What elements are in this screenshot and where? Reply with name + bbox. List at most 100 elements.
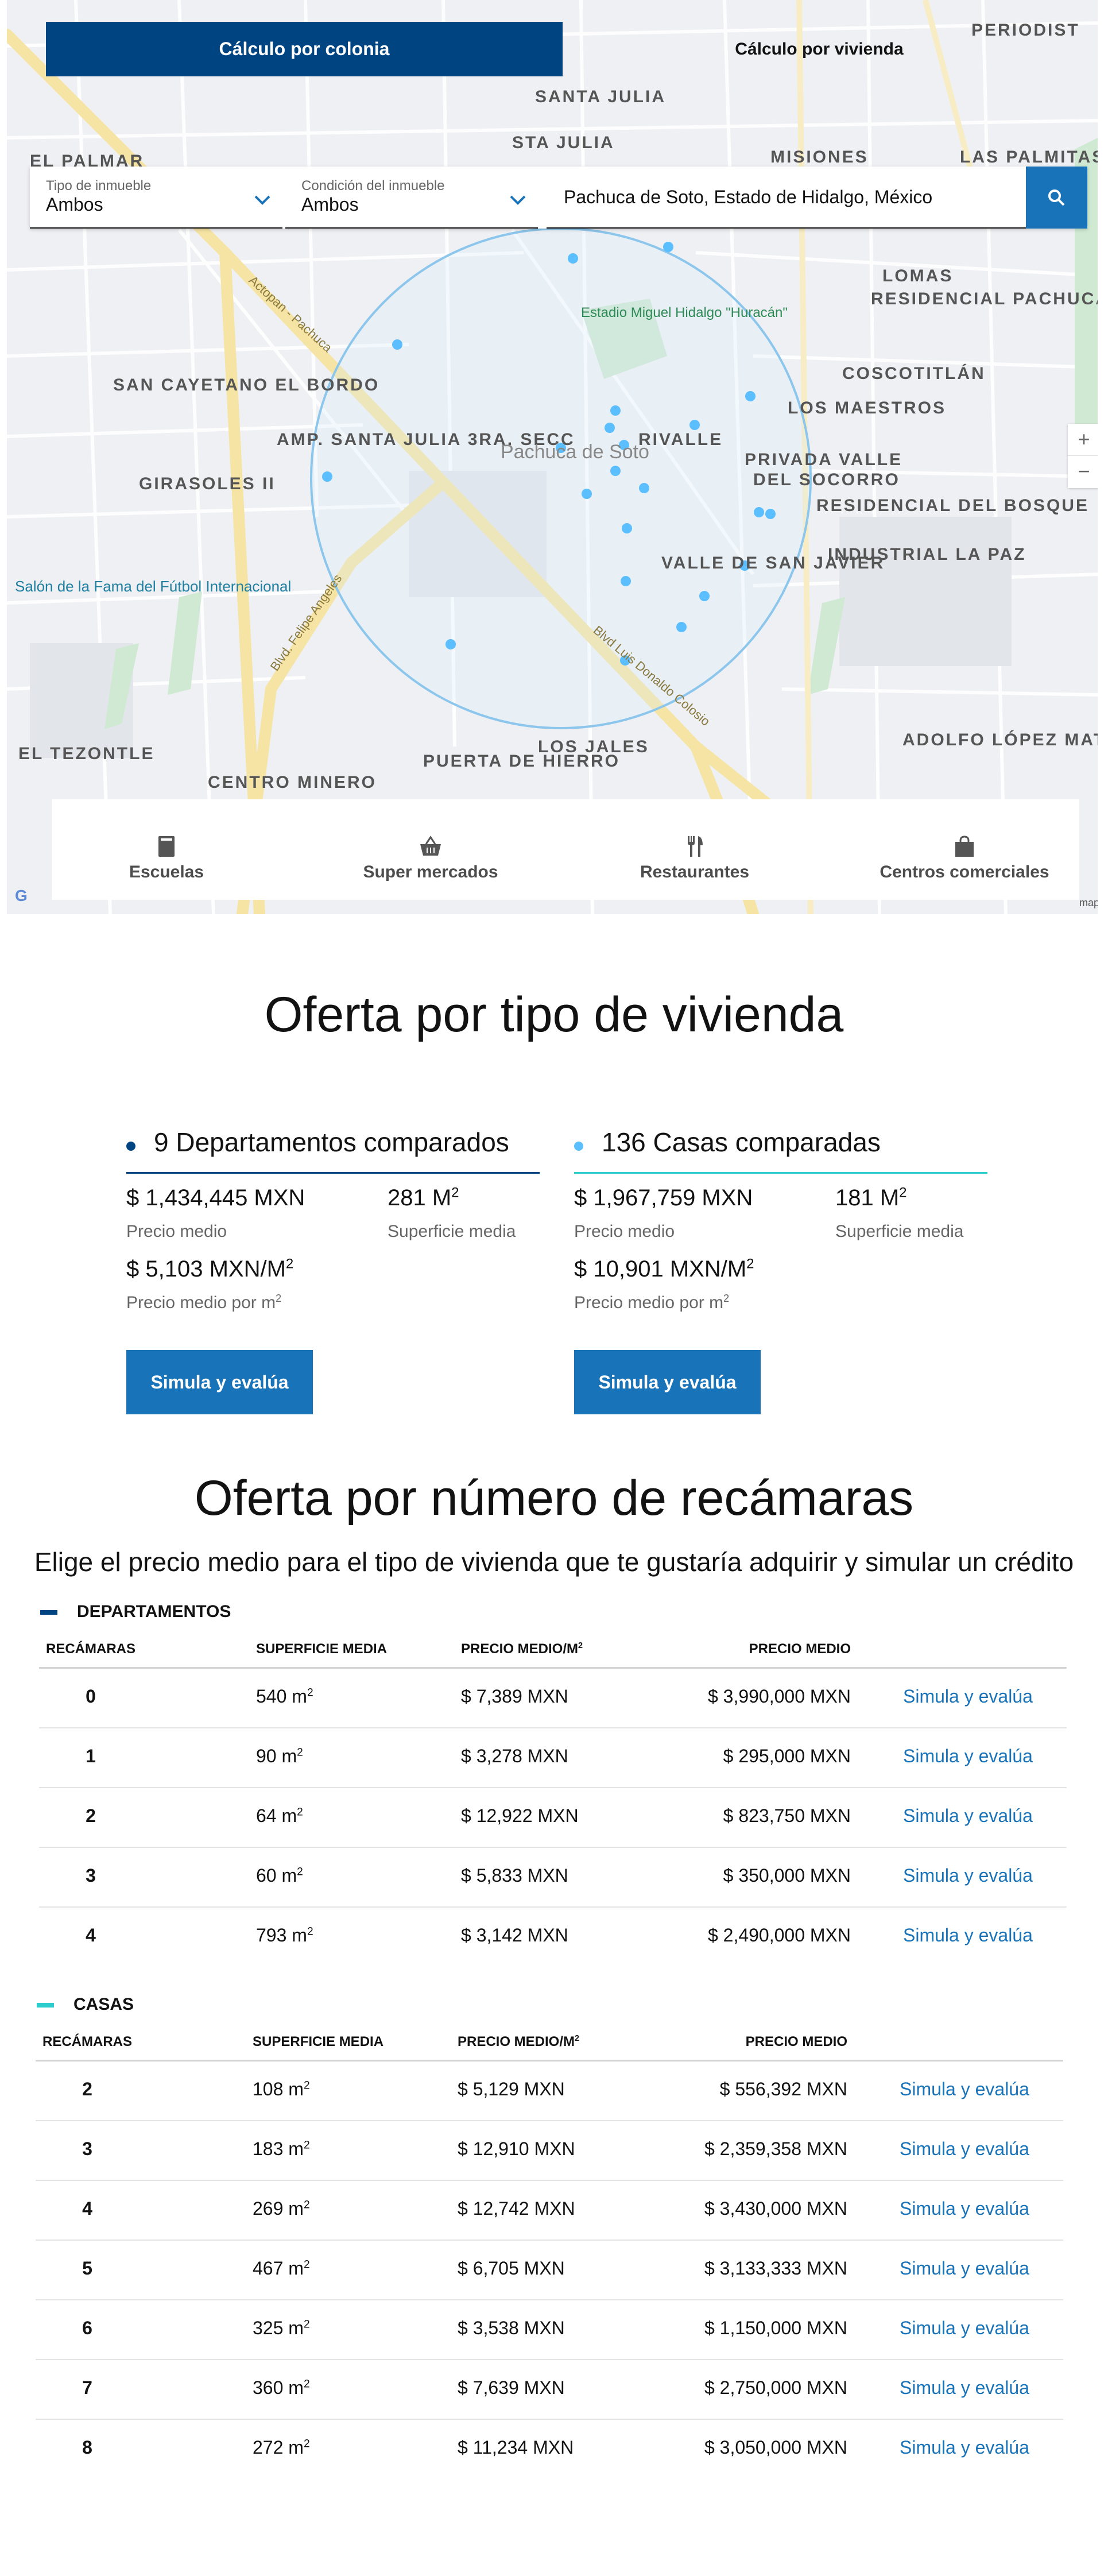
condicion-inmueble-select[interactable]: Condición del inmueble Ambos [285, 167, 538, 229]
cell-precio: $ 556,392 MXN [719, 2079, 847, 2099]
cell-precio: $ 1,150,000 MXN [704, 2318, 847, 2338]
cell-recamaras: 5 [82, 2258, 92, 2279]
cell-precio-m2: $ 12,910 MXN [458, 2138, 575, 2159]
section-header: DEPARTAMENTOS [39, 1595, 1067, 1632]
cell-precio: $ 3,990,000 MXN [707, 1686, 851, 1707]
table-row: 0 540 m2 $ 7,389 MXN $ 3,990,000 MXN Simula … [39, 1669, 1067, 1728]
search-icon [1048, 189, 1065, 206]
cell-precio-m2: $ 6,705 MXN [458, 2258, 565, 2279]
map-credit: mapa [1079, 897, 1098, 908]
cell-recamaras: 7 [82, 2377, 92, 2398]
precio-m2-label: Precio medio por m2 [574, 1293, 730, 1312]
amenity-label: Super mercados [363, 862, 498, 881]
table-row: 1 90 m2 $ 3,278 MXN $ 295,000 MXN Simula y e… [39, 1728, 1067, 1788]
cell-precio: $ 350,000 MXN [723, 1865, 851, 1886]
superficie-value: 281 M2 [388, 1185, 459, 1210]
condicion-inmueble-label: Condición del inmueble [301, 178, 445, 194]
table-row: 4 269 m2 $ 12,742 MXN $ 3,430,000 MXN Simula… [36, 2181, 1063, 2241]
superficie-value: 181 M2 [835, 1185, 907, 1210]
amenity-label: Centros comerciales [880, 862, 1049, 881]
table-body: 0 540 m2 $ 7,389 MXN $ 3,990,000 MXN Simula … [39, 1669, 1067, 1967]
header-superficie: SUPERFICIE MEDIA [256, 1641, 388, 1657]
map-canvas[interactable]: SANTA JULIA STA JULIA EL PALMAR MISIONES… [7, 0, 1098, 914]
table-row: 7 360 m2 $ 7,639 MXN $ 2,750,000 MXN Simula … [36, 2360, 1063, 2420]
filter-bar: Tipo de inmueble Ambos Condición del inm… [30, 167, 1087, 229]
table-row: 2 64 m2 $ 12,922 MXN $ 823,750 MXN Simula y … [39, 1788, 1067, 1848]
fork-knife-icon [688, 836, 703, 857]
cell-superficie: 60 m2 [256, 1865, 303, 1886]
amenity-centros-comerciales[interactable]: Centros comerciales [850, 799, 1079, 900]
precio-medio-value: $ 1,434,445 MXN [126, 1185, 305, 1210]
cell-recamaras: 4 [86, 1925, 96, 1945]
cell-precio-m2: $ 5,833 MXN [461, 1865, 568, 1886]
amenity-restaurantes[interactable]: Restaurantes [580, 799, 809, 900]
map-label-las-palmitas: LAS PALMITAS [960, 148, 1098, 167]
simula-evalua-link[interactable]: Simula y evalúa [900, 2138, 1029, 2160]
amenity-label: Escuelas [129, 862, 204, 881]
simula-evalua-link[interactable]: Simula y evalúa [903, 1746, 1033, 1767]
cell-precio-m2: $ 11,234 MXN [458, 2437, 574, 2458]
condicion-inmueble-value: Ambos [301, 194, 359, 215]
section-header: CASAS [36, 1988, 1063, 2025]
simula-evalua-link[interactable]: Simula y evalúa [900, 2377, 1029, 2399]
simula-evalua-link[interactable]: Simula y evalúa [903, 1686, 1033, 1707]
tab-calculo-vivienda[interactable]: Cálculo por vivienda [581, 22, 1057, 76]
basket-icon [420, 836, 441, 856]
cell-precio: $ 2,359,358 MXN [704, 2138, 847, 2159]
cell-precio-m2: $ 3,538 MXN [458, 2318, 565, 2338]
tipo-inmueble-select[interactable]: Tipo de inmueble Ambos [30, 167, 282, 229]
tab-calculo-colonia[interactable]: Cálculo por colonia [46, 22, 563, 76]
superficie-label: Superficie media [388, 1222, 516, 1241]
amenity-escuelas[interactable]: Escuelas [52, 799, 281, 900]
amenity-label: Restaurantes [640, 862, 750, 881]
cell-recamaras: 3 [82, 2138, 92, 2159]
precio-m2-label: Precio medio por m2 [126, 1293, 282, 1312]
simula-evalua-link[interactable]: Simula y evalúa [903, 1805, 1033, 1827]
simula-evalua-link[interactable]: Simula y evalúa [903, 1925, 1033, 1946]
location-search-input[interactable] [547, 167, 1026, 229]
map-label-centro-minero: CENTRO MINERO [208, 773, 377, 792]
cell-superficie: 108 m2 [253, 2079, 310, 2099]
map-label-rivalle: RIVALLE [638, 430, 723, 449]
departamentos-title: 9 Departamentos comparados [154, 1127, 509, 1157]
simula-evalua-link[interactable]: Simula y evalúa [903, 1865, 1033, 1886]
departamentos-header: 9 Departamentos comparados [126, 1119, 540, 1174]
table-header: RECÁMARAS SUPERFICIE MEDIA PRECIO MEDIO/… [36, 2025, 1063, 2061]
simula-evalua-link[interactable]: Simula y evalúa [900, 2437, 1029, 2458]
zoom-in-button[interactable]: + [1068, 424, 1098, 456]
table-body: 2 108 m2 $ 5,129 MXN $ 556,392 MXN Simula y … [36, 2061, 1063, 2480]
simula-evalua-button[interactable]: Simula y evalúa [126, 1350, 313, 1414]
oferta-recamaras-title: Oferta por número de recámaras [194, 1471, 914, 1526]
simula-evalua-link[interactable]: Simula y evalúa [900, 2258, 1029, 2279]
search-button[interactable] [1026, 167, 1087, 229]
cell-superficie: 269 m2 [253, 2198, 310, 2219]
section-title: DEPARTAMENTOS [77, 1602, 231, 1621]
amenity-super-mercados[interactable]: Super mercados [316, 799, 545, 900]
chevron-down-icon [254, 195, 270, 205]
map-label-pachuca: Pachuca de Soto [501, 441, 649, 463]
simula-evalua-link[interactable]: Simula y evalúa [900, 2318, 1029, 2339]
departamentos-table: DEPARTAMENTOS RECÁMARAS SUPERFICIE MEDIA… [39, 1595, 1067, 1967]
table-row: 6 325 m2 $ 3,538 MXN $ 1,150,000 MXN Simula … [36, 2300, 1063, 2360]
table-row: 5 467 m2 $ 6,705 MXN $ 3,133,333 MXN Simula … [36, 2241, 1063, 2300]
section-marker [40, 1610, 57, 1615]
simula-evalua-button[interactable]: Simula y evalúa [574, 1350, 761, 1414]
simula-evalua-link[interactable]: Simula y evalúa [900, 2079, 1029, 2100]
book-icon [158, 836, 175, 857]
legend-dot [574, 1142, 583, 1151]
cell-precio: $ 2,750,000 MXN [704, 2377, 847, 2398]
section-title: CASAS [73, 1995, 134, 2014]
cell-precio: $ 823,750 MXN [723, 1805, 851, 1826]
simula-evalua-link[interactable]: Simula y evalúa [900, 2198, 1029, 2219]
header-precio-m2: PRECIO MEDIO/M2 [461, 1641, 583, 1657]
table-row: 8 272 m2 $ 11,234 MXN $ 3,050,000 MXN Simula… [36, 2420, 1063, 2480]
section-marker [37, 2003, 54, 2008]
amenities-bar: Escuelas Super mercados Restaurantes Cen… [52, 799, 1079, 900]
cell-precio: $ 3,133,333 MXN [704, 2258, 847, 2279]
cell-superficie: 64 m2 [256, 1805, 303, 1826]
cell-precio: $ 3,430,000 MXN [704, 2198, 847, 2219]
cell-superficie: 272 m2 [253, 2437, 310, 2458]
zoom-out-button[interactable]: − [1068, 456, 1098, 488]
map-panel[interactable]: SANTA JULIA STA JULIA EL PALMAR MISIONES… [7, 0, 1098, 914]
map-label-del-socorro: DEL SOCORRO [753, 470, 900, 489]
